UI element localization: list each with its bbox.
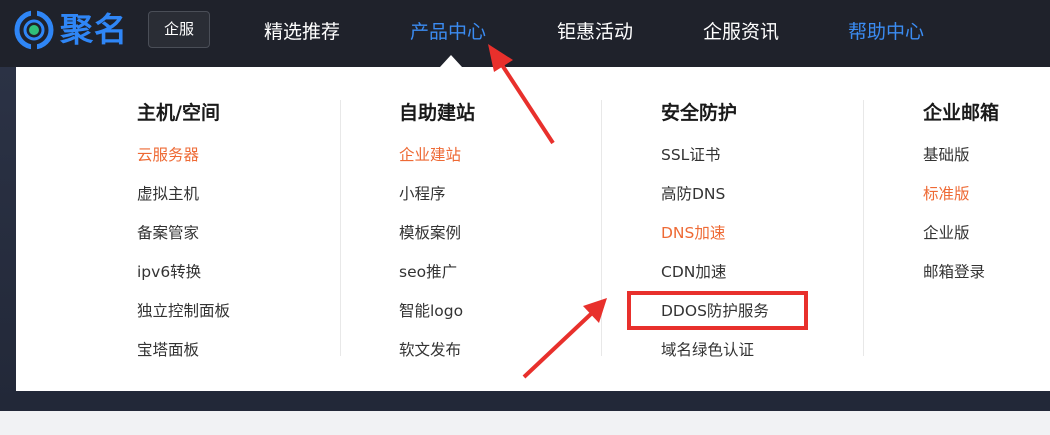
- site-logo[interactable]: 聚名: [14, 10, 128, 50]
- column-divider: [601, 100, 602, 356]
- menu-item-email-basic[interactable]: 基础版: [923, 143, 970, 165]
- menu-item-icp-manager[interactable]: 备案管家: [137, 221, 199, 243]
- nav-promotions[interactable]: 钜惠活动: [557, 17, 633, 44]
- menu-item-soft-article[interactable]: 软文发布: [399, 338, 461, 360]
- menu-item-email-login[interactable]: 邮箱登录: [923, 260, 985, 282]
- menu-item-green-cert[interactable]: 域名绿色认证: [661, 338, 754, 360]
- column-divider: [340, 100, 341, 356]
- menu-item-virtual-host[interactable]: 虚拟主机: [137, 182, 199, 204]
- column-divider: [863, 100, 864, 356]
- products-dropdown-menu: 主机/空间 云服务器 虚拟主机 备案管家 ipv6转换 独立控制面板 宝塔面板 …: [16, 67, 1050, 391]
- logo-icon: [14, 10, 54, 50]
- menu-item-mini-program[interactable]: 小程序: [399, 182, 446, 204]
- qifu-button[interactable]: 企服: [148, 11, 210, 48]
- column-title: 企业邮箱: [923, 102, 1000, 124]
- dropdown-caret-icon: [440, 55, 462, 67]
- menu-item-email-enterprise[interactable]: 企业版: [923, 221, 970, 243]
- nav-products[interactable]: 产品中心: [410, 17, 486, 44]
- menu-item-enterprise-site[interactable]: 企业建站: [399, 143, 461, 165]
- menu-column-hosting: 主机/空间 云服务器 虚拟主机 备案管家 ipv6转换 独立控制面板 宝塔面板: [137, 67, 387, 367]
- menu-item-cdn[interactable]: CDN加速: [661, 260, 726, 282]
- menu-item-seo[interactable]: seo推广: [399, 260, 457, 282]
- menu-item-ddos-dns[interactable]: 高防DNS: [661, 182, 725, 204]
- menu-item-ssl[interactable]: SSL证书: [661, 143, 720, 165]
- menu-column-email: 企业邮箱 基础版 标准版 企业版 邮箱登录: [923, 67, 1050, 367]
- menu-column-site-builder: 自助建站 企业建站 小程序 模板案例 seo推广 智能logo 软文发布: [399, 67, 649, 367]
- column-title: 自助建站: [399, 102, 476, 124]
- menu-item-bt-panel[interactable]: 宝塔面板: [137, 338, 199, 360]
- menu-item-dns-accel[interactable]: DNS加速: [661, 221, 725, 243]
- menu-item-ipv6[interactable]: ipv6转换: [137, 260, 201, 282]
- highlight-box: [627, 291, 808, 330]
- menu-item-smart-logo[interactable]: 智能logo: [399, 299, 463, 321]
- nav-featured[interactable]: 精选推荐: [264, 17, 340, 44]
- menu-item-templates[interactable]: 模板案例: [399, 221, 461, 243]
- top-navbar: 聚名 企服 精选推荐 产品中心 钜惠活动 企服资讯 帮助中心: [0, 0, 1050, 67]
- logo-text: 聚名: [60, 10, 128, 49]
- nav-help[interactable]: 帮助中心: [848, 17, 924, 44]
- column-title: 安全防护: [661, 102, 738, 124]
- menu-item-cloud-server[interactable]: 云服务器: [137, 143, 199, 165]
- column-title: 主机/空间: [137, 102, 220, 124]
- nav-news[interactable]: 企服资讯: [703, 17, 779, 44]
- menu-item-email-standard[interactable]: 标准版: [923, 182, 970, 204]
- menu-item-control-panel[interactable]: 独立控制面板: [137, 299, 230, 321]
